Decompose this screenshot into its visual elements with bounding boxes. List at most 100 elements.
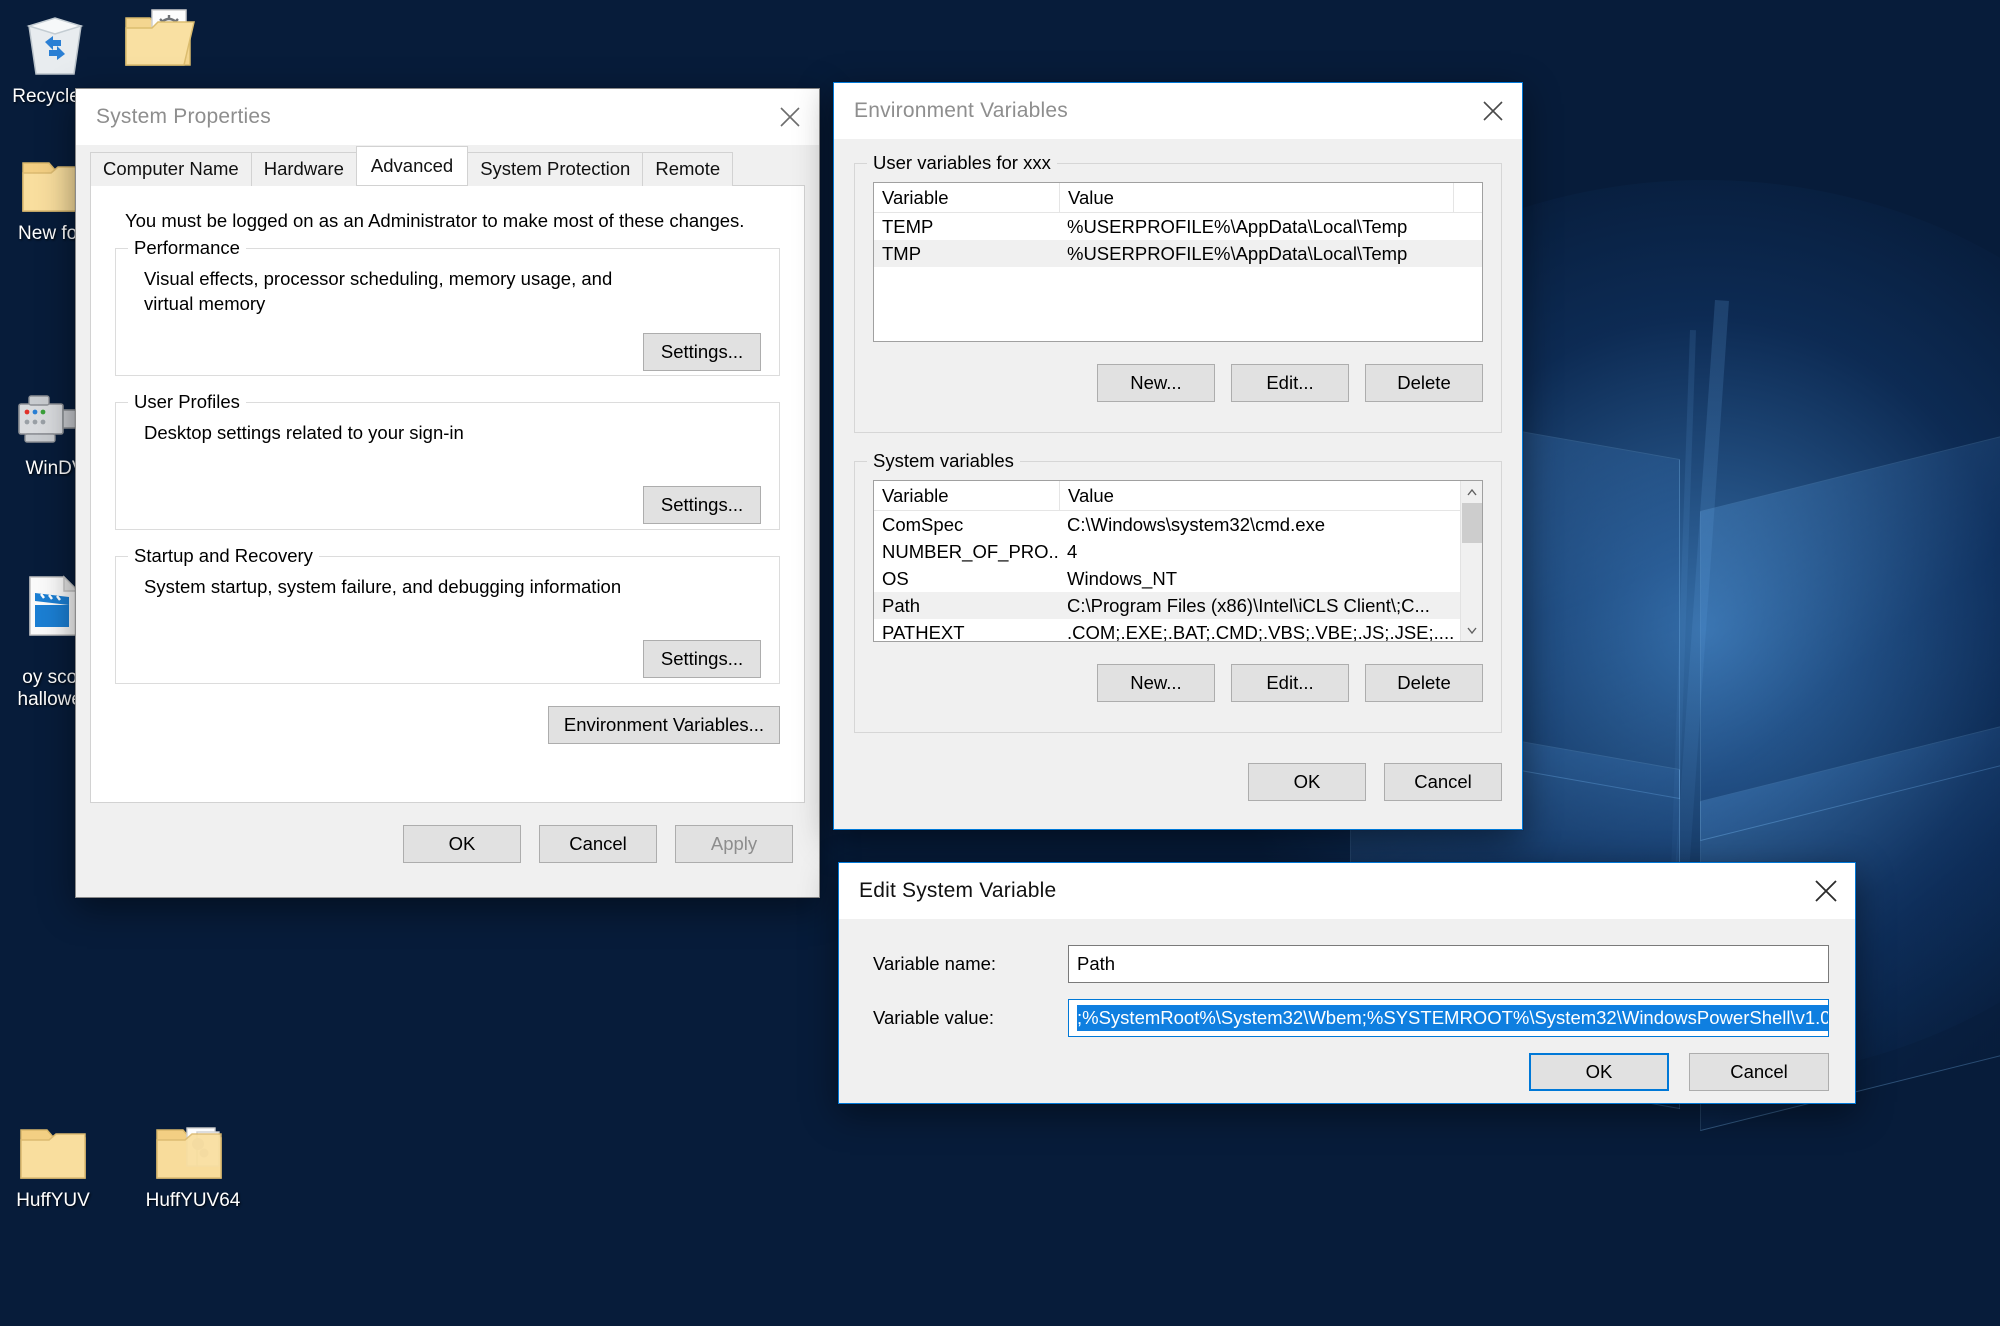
environment-variables-window: Environment Variables User variables for…: [833, 82, 1523, 830]
system-properties-title: System Properties: [96, 105, 271, 129]
edit-system-variable-title: Edit System Variable: [859, 879, 1056, 903]
tab-advanced[interactable]: Advanced: [356, 146, 468, 185]
system-variables-header: Variable Value: [874, 481, 1482, 511]
tab-remote[interactable]: Remote: [642, 152, 733, 186]
user-profiles-settings-button[interactable]: Settings...: [643, 486, 761, 524]
user-variables-buttons: New... Edit... Delete: [873, 364, 1483, 402]
cell-variable: OS: [874, 568, 1059, 590]
user-variables-new-button[interactable]: New...: [1097, 364, 1215, 402]
group-startup-recovery-text: System startup, system failure, and debu…: [144, 575, 761, 600]
group-user-variables: User variables for xxx Variable Value TE…: [854, 163, 1502, 433]
environment-variables-footer: OK Cancel: [854, 763, 1502, 801]
group-user-profiles-text: Desktop settings related to your sign-in: [144, 421, 761, 446]
table-row[interactable]: NUMBER_OF_PRO... 4: [874, 538, 1482, 565]
system-variables-scrollbar[interactable]: [1460, 481, 1482, 641]
environment-variables-body: User variables for xxx Variable Value TE…: [834, 139, 1522, 801]
system-properties-footer: OK Cancel Apply: [76, 803, 819, 863]
desktop-icon-huffyuv[interactable]: HuffYUV: [0, 1112, 118, 1212]
column-header-variable[interactable]: Variable: [874, 485, 1059, 507]
cell-variable: PATHEXT: [874, 622, 1059, 643]
variable-value-label: Variable value:: [873, 1007, 1068, 1029]
edit-system-variable-titlebar: Edit System Variable: [839, 863, 1855, 919]
variable-value-row: Variable value: ;%SystemRoot%\System32\W…: [873, 999, 1829, 1037]
cell-value: 4: [1059, 541, 1482, 563]
cell-variable: TEMP: [874, 216, 1059, 238]
edit-system-variable-cancel-button[interactable]: Cancel: [1689, 1053, 1829, 1091]
tab-hardware[interactable]: Hardware: [251, 152, 357, 186]
column-header-value[interactable]: Value: [1060, 187, 1453, 209]
variable-name-input[interactable]: Path: [1068, 945, 1829, 983]
tab-system-protection[interactable]: System Protection: [467, 152, 643, 186]
variable-value-input[interactable]: ;%SystemRoot%\System32\Wbem;%SYSTEMROOT%…: [1068, 999, 1829, 1037]
performance-settings-button[interactable]: Settings...: [643, 333, 761, 371]
folder-icon: [0, 1112, 118, 1184]
group-system-variables-legend: System variables: [867, 450, 1020, 472]
environment-variables-ok-button[interactable]: OK: [1248, 763, 1366, 801]
user-variables-header: Variable Value: [874, 183, 1482, 213]
group-system-variables: System variables Variable Value ComSpec …: [854, 461, 1502, 733]
column-header-variable[interactable]: Variable: [874, 187, 1059, 209]
desktop-icon-label: HuffYUV64: [118, 1190, 268, 1212]
environment-variables-button[interactable]: Environment Variables...: [548, 706, 780, 744]
edit-system-variable-body: Variable name: Path Variable value: ;%Sy…: [839, 919, 1855, 1091]
variable-value-value: ;%SystemRoot%\System32\Wbem;%SYSTEMROOT%…: [1077, 1005, 1829, 1031]
group-performance-legend: Performance: [128, 237, 246, 259]
edit-system-variable-window: Edit System Variable Variable name: Path…: [838, 862, 1856, 1104]
close-icon[interactable]: [761, 90, 819, 145]
edit-system-variable-ok-button[interactable]: OK: [1529, 1053, 1669, 1091]
group-performance-text: Visual effects, processor scheduling, me…: [144, 267, 614, 317]
cell-variable: NUMBER_OF_PRO...: [874, 541, 1059, 563]
group-user-profiles-legend: User Profiles: [128, 391, 246, 413]
scrollbar-thumb[interactable]: [1462, 503, 1482, 543]
system-properties-ok-button[interactable]: OK: [403, 825, 521, 863]
cell-value: %USERPROFILE%\AppData\Local\Temp: [1059, 243, 1482, 265]
table-row[interactable]: ComSpec C:\Windows\system32\cmd.exe: [874, 511, 1482, 538]
system-variables-delete-button[interactable]: Delete: [1365, 664, 1483, 702]
folder-gear-icon: [118, 1112, 268, 1184]
table-row[interactable]: TMP %USERPROFILE%\AppData\Local\Temp: [874, 240, 1482, 267]
table-row[interactable]: PATHEXT .COM;.EXE;.BAT;.CMD;.VBS;.VBE;.J…: [874, 619, 1482, 642]
cell-value: Windows_NT: [1059, 568, 1482, 590]
recycle-bin-icon: [0, 8, 110, 80]
system-properties-tabs: Computer Name Hardware Advanced System P…: [76, 145, 819, 185]
system-variables-new-button[interactable]: New...: [1097, 664, 1215, 702]
startup-recovery-settings-button[interactable]: Settings...: [643, 640, 761, 678]
scroll-down-icon[interactable]: [1461, 619, 1483, 641]
group-performance: Performance Visual effects, processor sc…: [115, 248, 780, 376]
user-variables-edit-button[interactable]: Edit...: [1231, 364, 1349, 402]
group-user-variables-legend: User variables for xxx: [867, 152, 1057, 174]
cell-value: %USERPROFILE%\AppData\Local\Temp: [1059, 216, 1482, 238]
group-startup-recovery-legend: Startup and Recovery: [128, 545, 319, 567]
desktop-icon-huffyuv64[interactable]: HuffYUV64: [118, 1112, 268, 1212]
close-icon[interactable]: [1464, 84, 1522, 139]
tab-computer-name[interactable]: Computer Name: [90, 152, 252, 186]
table-row[interactable]: Path C:\Program Files (x86)\Intel\iCLS C…: [874, 592, 1482, 619]
system-variables-edit-button[interactable]: Edit...: [1231, 664, 1349, 702]
variable-name-row: Variable name: Path: [873, 945, 1829, 983]
edit-system-variable-footer: OK Cancel: [873, 1053, 1829, 1091]
group-startup-recovery: Startup and Recovery System startup, sys…: [115, 556, 780, 684]
cell-value: C:\Windows\system32\cmd.exe: [1059, 514, 1482, 536]
user-variables-listview[interactable]: Variable Value TEMP %USERPROFILE%\AppDat…: [873, 182, 1483, 342]
table-row[interactable]: OS Windows_NT: [874, 565, 1482, 592]
environment-variables-cancel-button[interactable]: Cancel: [1384, 763, 1502, 801]
column-header-value[interactable]: Value: [1060, 485, 1458, 507]
system-properties-cancel-button[interactable]: Cancel: [539, 825, 657, 863]
variable-name-label: Variable name:: [873, 953, 1068, 975]
admin-note: You must be logged on as an Administrato…: [125, 210, 780, 232]
user-variables-delete-button[interactable]: Delete: [1365, 364, 1483, 402]
desktop-icon-label: HuffYUV: [0, 1190, 118, 1212]
desktop-icon-new-folder-1[interactable]: [105, 0, 215, 78]
cell-variable: TMP: [874, 243, 1059, 265]
scroll-up-icon[interactable]: [1461, 481, 1483, 503]
system-properties-window: System Properties Computer Name Hardware…: [75, 88, 820, 898]
system-properties-apply-button: Apply: [675, 825, 793, 863]
cell-variable: ComSpec: [874, 514, 1059, 536]
system-properties-titlebar: System Properties: [76, 89, 819, 145]
table-row[interactable]: TEMP %USERPROFILE%\AppData\Local\Temp: [874, 213, 1482, 240]
system-variables-listview[interactable]: Variable Value ComSpec C:\Windows\system…: [873, 480, 1483, 642]
cell-value: C:\Program Files (x86)\Intel\iCLS Client…: [1059, 595, 1482, 617]
close-icon[interactable]: [1797, 864, 1855, 919]
variable-name-value: Path: [1077, 953, 1115, 975]
folder-gear-icon: [105, 0, 215, 72]
